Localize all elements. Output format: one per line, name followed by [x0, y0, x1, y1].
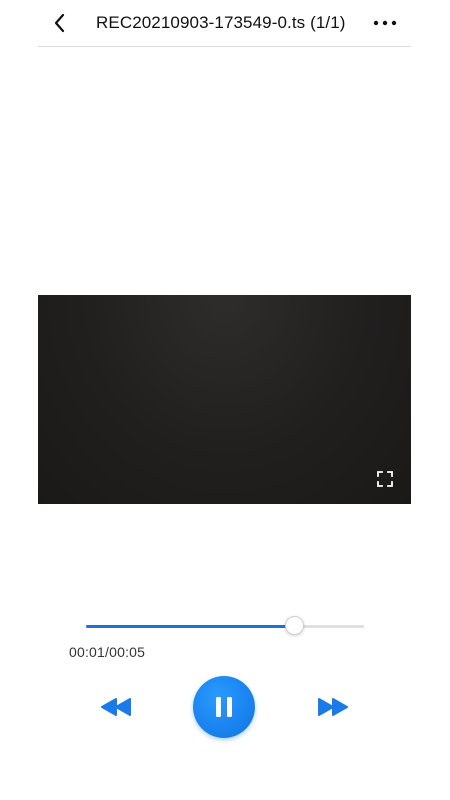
fullscreen-button[interactable]	[376, 470, 394, 488]
time-display: 00:01/00:05	[69, 644, 146, 660]
back-button[interactable]	[50, 10, 70, 36]
pause-button[interactable]	[193, 676, 255, 738]
more-button[interactable]	[371, 12, 399, 34]
chevron-left-icon	[54, 13, 65, 33]
progress-thumb[interactable]	[284, 616, 304, 635]
more-horizontal-icon	[373, 20, 397, 26]
progress-fill	[86, 625, 295, 628]
video-area[interactable]	[38, 295, 411, 504]
progress-track	[86, 625, 364, 628]
top-bar: REC20210903-173549-0.ts (1/1)	[38, 0, 411, 47]
fast-forward-button[interactable]	[317, 696, 349, 718]
progress-slider[interactable]	[86, 616, 364, 638]
rewind-button[interactable]	[100, 696, 132, 718]
fullscreen-icon	[377, 471, 393, 487]
file-title: REC20210903-173549-0.ts (1/1)	[96, 13, 346, 32]
video-player-screen: REC20210903-173549-0.ts (1/1) 00:01/00:0…	[0, 0, 450, 800]
rewind-icon	[101, 698, 131, 716]
fast-forward-icon	[318, 698, 348, 716]
pause-icon	[216, 697, 232, 717]
